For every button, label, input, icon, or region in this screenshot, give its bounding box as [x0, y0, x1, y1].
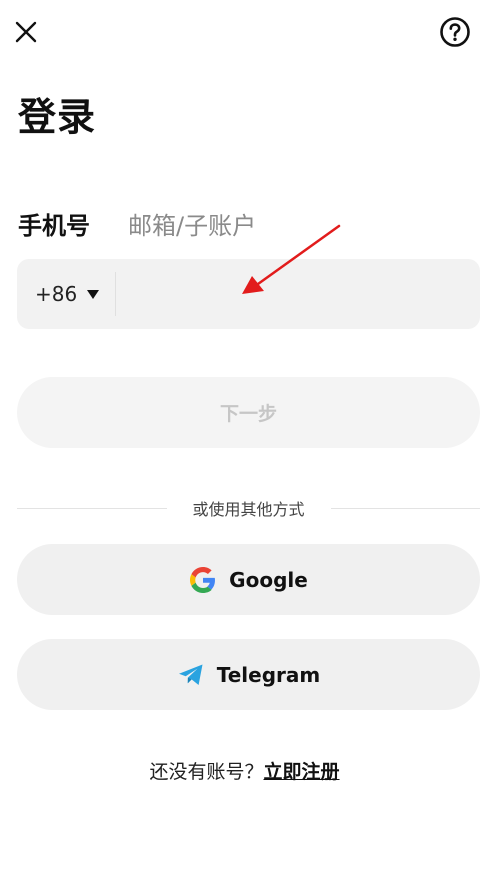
other-methods-divider: 或使用其他方式: [17, 497, 481, 519]
telegram-icon: [177, 661, 205, 689]
caret-down-icon: [87, 289, 100, 299]
next-button[interactable]: 下一步: [17, 377, 480, 448]
divider-line-left: [17, 507, 167, 509]
help-button[interactable]: [439, 16, 471, 48]
divider-line-right: [330, 507, 481, 509]
close-icon: [15, 21, 37, 43]
register-link[interactable]: 立即注册: [264, 761, 340, 783]
tab-email-subaccount[interactable]: 邮箱/子账户: [128, 208, 256, 244]
phone-field: +86: [17, 258, 480, 330]
login-method-tabs: 手机号 邮箱/子账户: [18, 208, 294, 244]
register-row: 还没有账号？立即注册: [0, 758, 489, 786]
help-circle-icon: [440, 17, 470, 47]
register-prompt: 还没有账号？: [149, 761, 264, 783]
telegram-login-button[interactable]: Telegram: [17, 639, 480, 710]
google-login-label: Google: [229, 567, 308, 592]
country-code-selector[interactable]: +86: [17, 272, 116, 316]
tab-phone[interactable]: 手机号: [18, 208, 90, 244]
google-login-button[interactable]: Google: [17, 544, 480, 615]
phone-number-input[interactable]: [116, 258, 480, 330]
divider-label: 或使用其他方式: [192, 500, 305, 519]
close-button[interactable]: [12, 18, 40, 46]
google-icon: [189, 566, 217, 594]
page-title: 登录: [18, 95, 97, 139]
country-code-value: +86: [35, 282, 78, 306]
telegram-login-label: Telegram: [216, 662, 321, 687]
